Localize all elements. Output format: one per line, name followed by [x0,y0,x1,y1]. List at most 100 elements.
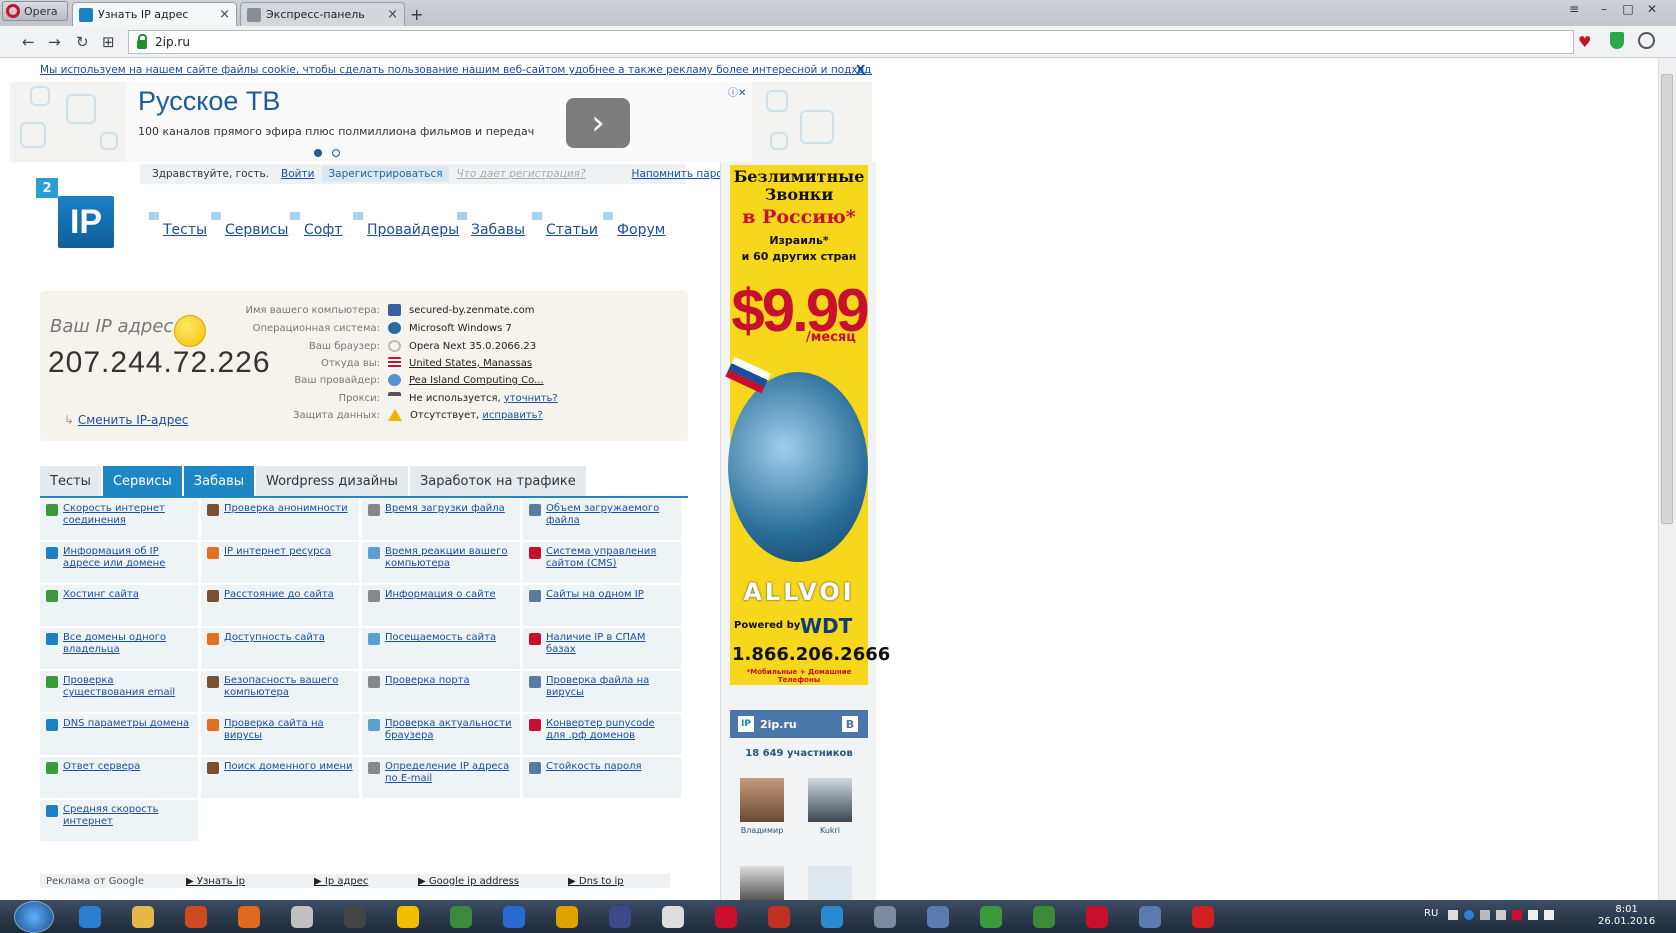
service-link[interactable]: Время реакции вашего компьютера [385,546,514,579]
ie-icon[interactable] [72,904,108,930]
cookie-close-button[interactable]: X [856,63,865,77]
service-link[interactable]: Система управления сайтом (CMS) [546,546,675,579]
service-link[interactable]: Сайты на одном IP [546,589,644,622]
service-link[interactable]: Объем загружаемого файла [546,503,675,536]
service-item[interactable]: Доступность сайта [201,628,359,669]
player-icon[interactable] [496,904,532,930]
service-item[interactable]: Проверка порта [362,671,520,712]
close-window-button[interactable]: ✕ [1638,0,1666,18]
google-ads-label[interactable]: Реклама от Google [46,876,186,887]
scrollbar-thumb[interactable] [1661,74,1673,524]
change-ip-link[interactable]: ↳ Сменить IP-адрес [64,413,188,427]
power-icon[interactable] [390,904,426,930]
service-link[interactable]: Скорость интернет соединения [63,503,192,536]
service-link[interactable]: Посещаемость сайта [385,632,496,665]
service-item[interactable]: Безопасность вашего компьютера [201,671,359,712]
service-link[interactable]: Стойкость пароля [546,761,642,794]
avast-icon[interactable] [549,904,585,930]
registration-info-link[interactable]: Что дает регистрация? [457,168,586,180]
speed-dial-button[interactable]: ⊞ [102,33,115,51]
service-item[interactable]: Поиск доменного имени [201,757,359,798]
opera-next-icon[interactable] [1079,904,1115,930]
vk-member-name[interactable]: Kukri [800,826,860,835]
tab-earnings[interactable]: Заработок на трафике [409,466,586,496]
cookie-notice[interactable]: Мы используем на нашем сайте файлы cooki… [40,64,872,80]
nav-tests[interactable]: Тесты [149,212,207,238]
chrome-icon[interactable] [973,904,1009,930]
qbittorrent-icon[interactable] [920,904,956,930]
ad-info-close-icon[interactable]: ⓘ✕ [728,84,746,99]
service-link[interactable]: Информация об IP адресе или домене [63,546,192,579]
tool-icon[interactable] [761,904,797,930]
vk-members-count[interactable]: 18 649 участников [730,748,868,759]
ad-link[interactable]: ▶ Dns to ip [568,876,624,887]
tab-wordpress[interactable]: Wordpress дизайны [256,466,408,496]
service-item[interactable]: Проверка файла на вирусы [523,671,681,712]
service-item[interactable]: Проверка существования email [40,671,198,712]
nav-providers[interactable]: Провайдеры [353,212,459,238]
tab-services[interactable]: Сервисы [102,466,182,496]
account-icon[interactable] [1638,32,1655,49]
service-item[interactable]: Расстояние до сайта [201,585,359,626]
service-link[interactable]: Хостинг сайта [63,589,139,622]
service-item[interactable]: Время загрузки файла [362,499,520,540]
service-item[interactable]: Проверка сайта на вирусы [201,714,359,755]
service-link[interactable]: Информация о сайте [385,589,496,622]
ad-carousel-dot-active[interactable] [314,149,322,157]
protection-fix-link[interactable]: исправить? [482,410,542,421]
network-icon[interactable] [1132,904,1168,930]
nav-services[interactable]: Сервисы [211,212,288,238]
service-link[interactable]: Наличие IP в СПАМ базах [546,632,675,665]
avatar[interactable] [808,866,852,900]
fox-icon[interactable] [655,904,691,930]
register-link[interactable]: Зарегистрироваться [322,166,449,182]
service-item[interactable]: Информация об IP адресе или домене [40,542,198,583]
service-item[interactable]: Стойкость пароля [523,757,681,798]
language-indicator[interactable]: RU [1424,908,1438,919]
new-tab-button[interactable]: + [410,5,423,24]
vk-site-name[interactable]: 2ip.ru [760,718,797,731]
nav-articles[interactable]: Статьи [532,212,598,238]
avatar[interactable] [740,778,784,822]
service-link[interactable]: Проверка существования email [63,675,192,708]
calculator-icon[interactable] [284,904,320,930]
service-item[interactable]: Средняя скорость интернет [40,800,198,841]
service-link[interactable]: DNS параметры домена [63,718,189,751]
drive-icon[interactable] [443,904,479,930]
explorer-icon[interactable] [125,904,161,930]
clock[interactable]: 8:01 26.01.2016 [1598,904,1655,928]
ad-next-button[interactable]: › [566,98,630,148]
service-item[interactable]: Конвертер punycode для .рф доменов [523,714,681,755]
service-item[interactable]: Скорость интернет соединения [40,499,198,540]
save-icon[interactable] [602,904,638,930]
forward-button[interactable]: → [48,33,61,51]
nav-soft[interactable]: Софт [290,212,342,238]
service-link[interactable]: Безопасность вашего компьютера [224,675,353,708]
media-icon[interactable] [178,904,214,930]
opera-menu-button[interactable]: Opera [2,1,68,21]
service-item[interactable]: Ответ сервера [40,757,198,798]
tab-fun[interactable]: Забавы [183,466,255,496]
video-icon[interactable] [867,904,903,930]
service-link[interactable]: Средняя скорость интернет [63,804,192,837]
tab-active[interactable]: Узнать IP адрес × [72,2,237,26]
shield-icon[interactable] [1610,32,1624,49]
tab-menu-icon[interactable]: ≡ [1560,0,1588,18]
ad-title[interactable]: Русское ТВ [138,86,280,117]
service-link[interactable]: IP интернет ресурса [224,546,331,579]
service-item[interactable]: Объем загружаемого файла [523,499,681,540]
service-link[interactable]: Ответ сервера [63,761,140,794]
service-item[interactable]: Посещаемость сайта [362,628,520,669]
opera-icon[interactable] [708,904,744,930]
service-item[interactable]: Наличие IP в СПАМ базах [523,628,681,669]
avatar[interactable] [808,778,852,822]
service-link[interactable]: Конвертер punycode для .рф доменов [546,718,675,751]
tab-express-panel[interactable]: Экспресс-панель × [240,2,405,26]
ad-link[interactable]: ▶ Узнать ip [186,876,314,887]
tab-close-icon[interactable]: × [387,7,398,22]
reload-button[interactable]: ↻ [76,33,89,51]
service-link[interactable]: Проверка порта [385,675,470,708]
service-link[interactable]: Все домены одного владельца [63,632,192,665]
apple-icon[interactable] [1026,904,1062,930]
site-logo[interactable]: IP [58,196,114,248]
